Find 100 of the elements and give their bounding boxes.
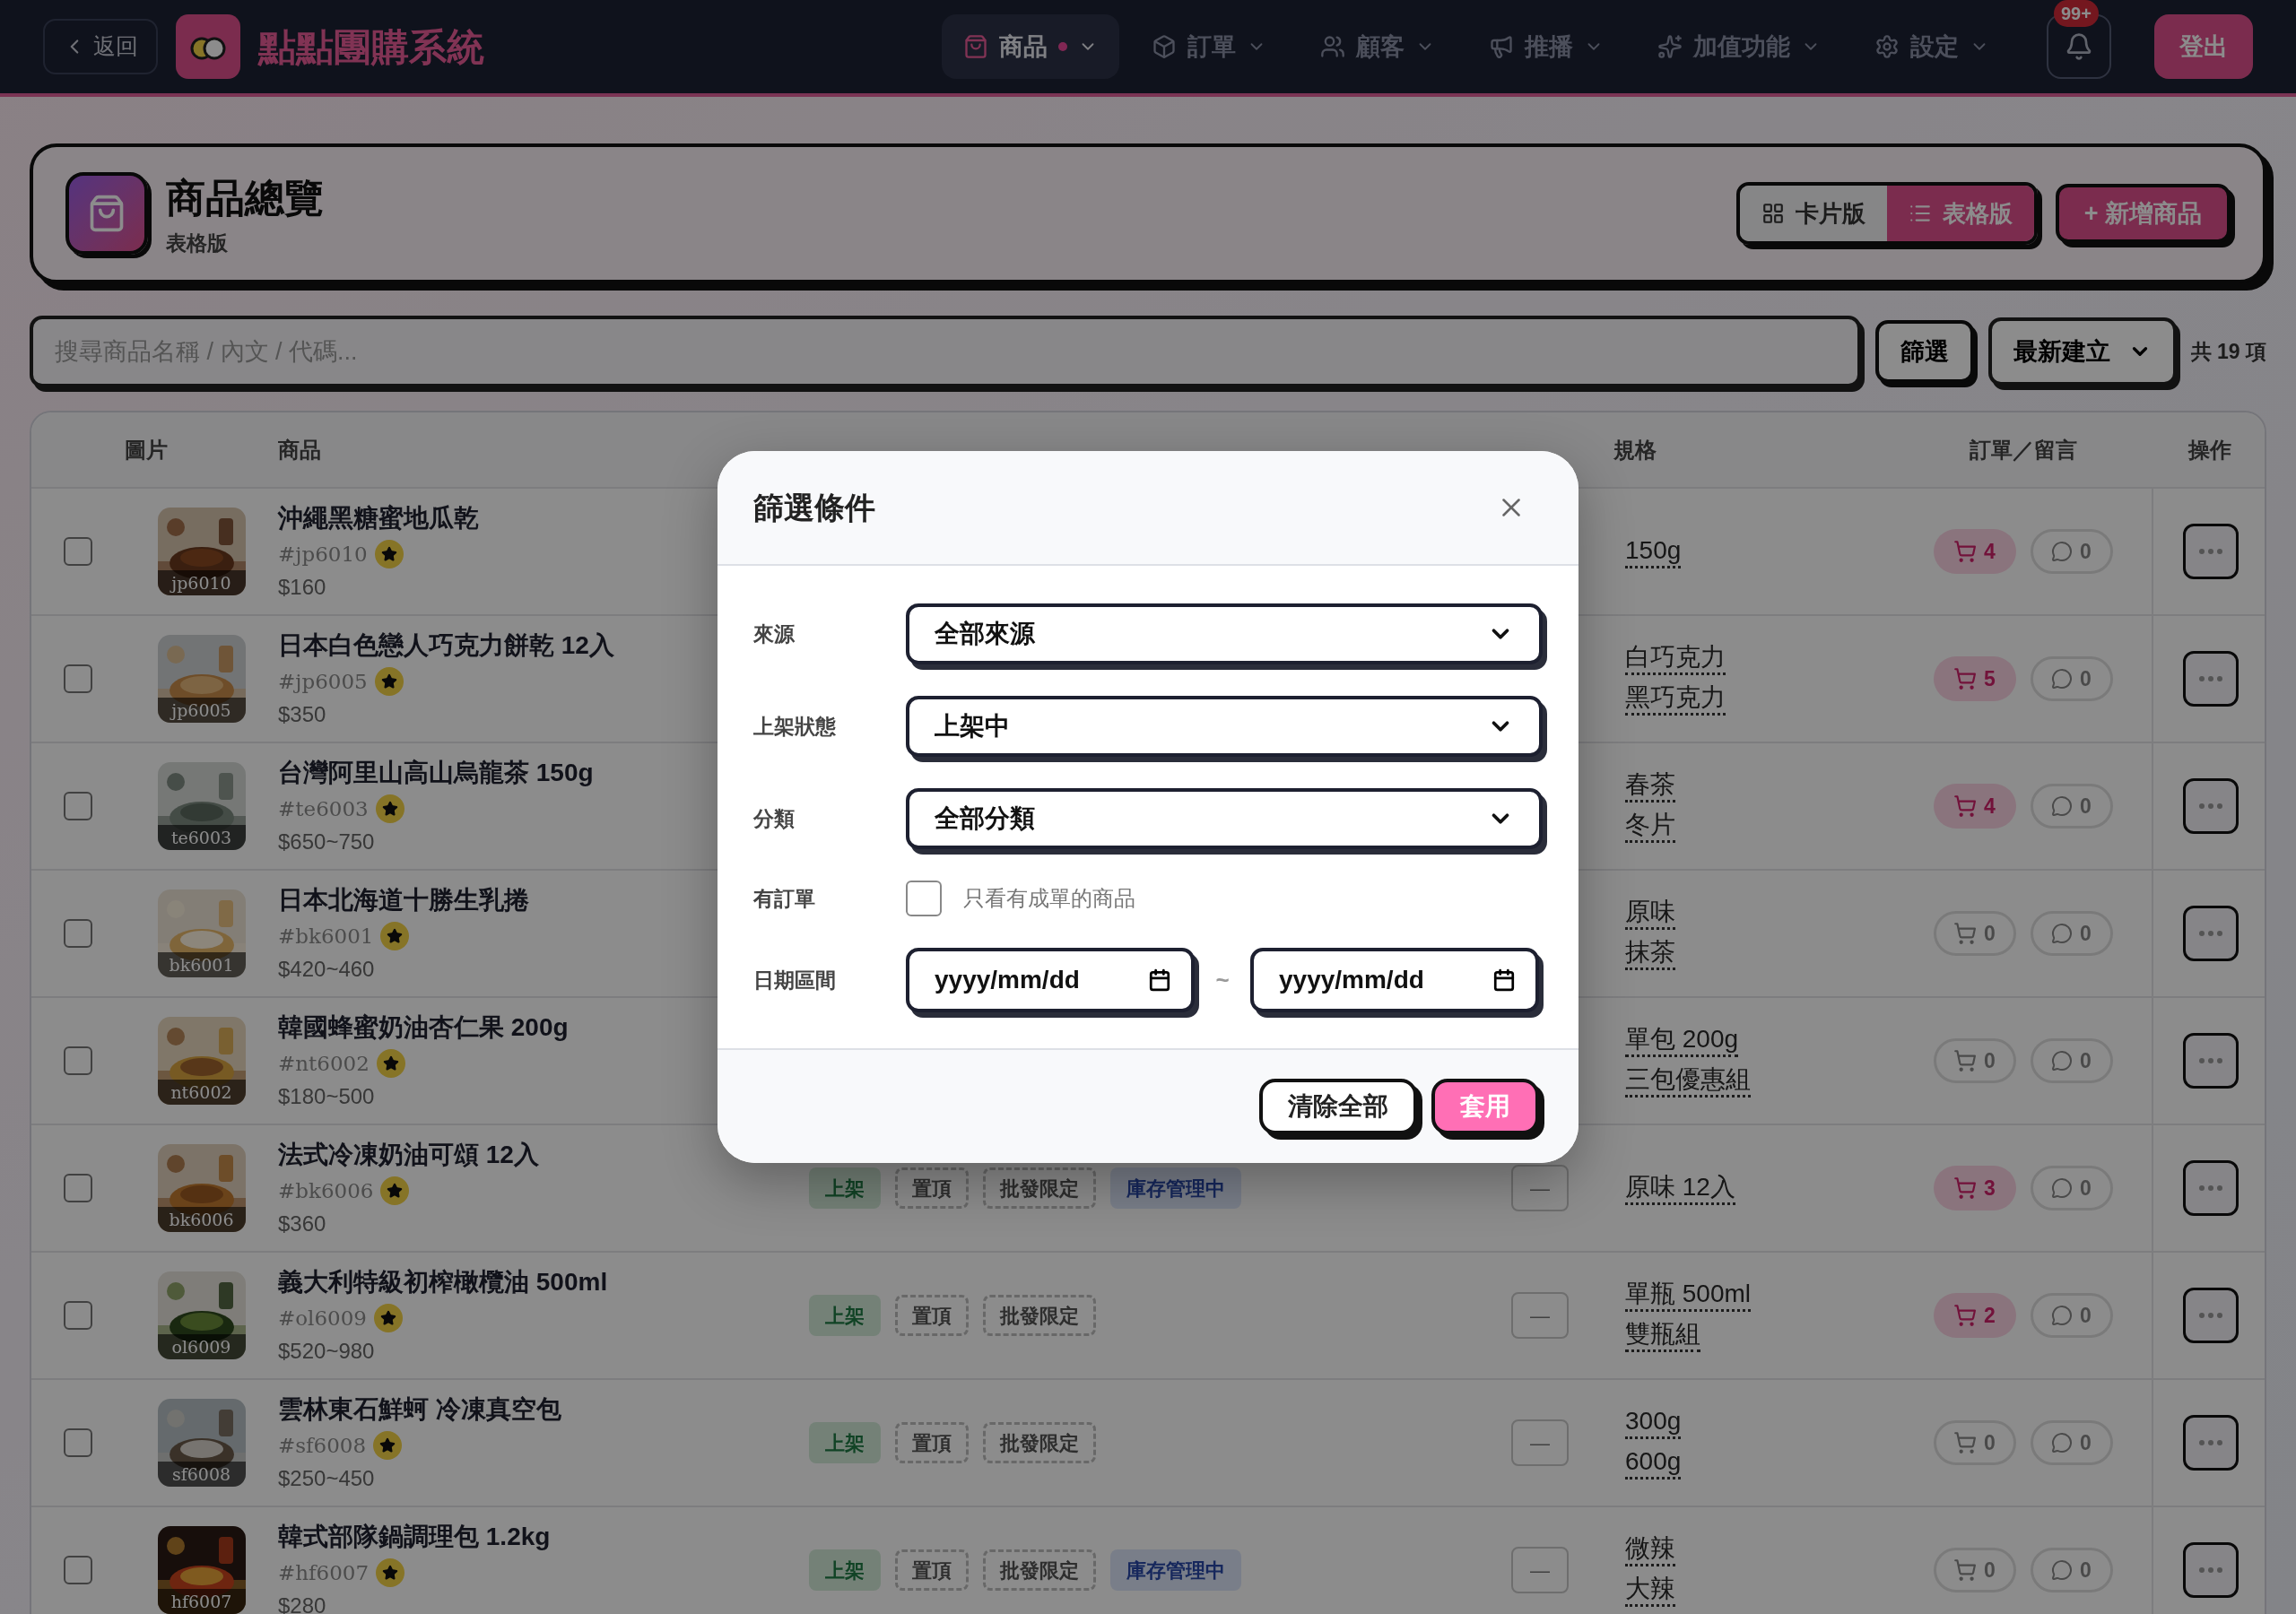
status-tag: 批發限定: [983, 1422, 1096, 1463]
row-checkbox[interactable]: [64, 537, 92, 566]
row-checkbox[interactable]: [64, 1174, 92, 1202]
nav-tab[interactable]: 設定: [1853, 14, 2011, 79]
range-separator: ~: [1214, 965, 1231, 995]
deadline-button[interactable]: —: [1511, 1419, 1569, 1466]
view-toggle[interactable]: 表格版: [1886, 186, 2034, 241]
comment-icon: [2051, 1432, 2074, 1453]
order-count: 3: [1933, 1166, 2016, 1210]
comment-count: 0: [2030, 529, 2113, 574]
status-tag: 上架: [809, 1549, 881, 1591]
page-title: 商品總覽: [166, 174, 324, 221]
more-button[interactable]: [2183, 1542, 2239, 1598]
product-price: $180~500: [278, 1083, 375, 1111]
bag-icon: [963, 34, 988, 59]
comment-icon: [2051, 1559, 2074, 1581]
cart-icon: [1953, 1304, 1978, 1327]
more-icon: [2199, 549, 2222, 554]
nav-tab[interactable]: 推播: [1467, 14, 1625, 79]
more-button[interactable]: [2183, 906, 2239, 961]
product-code: #bk6001: [278, 923, 374, 950]
bell-icon: [2065, 32, 2093, 61]
nav-tab[interactable]: 商品: [942, 14, 1119, 79]
more-icon: [2199, 803, 2222, 809]
product-price: $420~460: [278, 956, 375, 984]
status-tag: 置頂: [895, 1422, 969, 1463]
comment-icon: [2051, 1305, 2074, 1326]
row-checkbox[interactable]: [64, 1428, 92, 1457]
star-icon: [382, 1055, 399, 1072]
spec-text: 300g: [1625, 1406, 1682, 1439]
deadline-button[interactable]: —: [1511, 1292, 1569, 1339]
nav-tab[interactable]: 顧客: [1299, 14, 1457, 79]
status-tag: 置頂: [895, 1549, 969, 1591]
product-code: #te6003: [278, 795, 369, 822]
product-name: 義大利特級初榨橄欖油 500ml: [278, 1266, 608, 1297]
product-code: #jp6010: [278, 541, 368, 568]
view-toggle[interactable]: 卡片版: [1739, 186, 1887, 241]
product-code: #nt6002: [278, 1050, 370, 1077]
star-icon: [380, 546, 397, 562]
product-code: #ol6009: [278, 1305, 367, 1332]
more-icon: [2199, 1313, 2222, 1318]
deadline-button[interactable]: —: [1511, 1165, 1569, 1211]
logout-button[interactable]: 登出: [2154, 14, 2253, 79]
row-checkbox[interactable]: [64, 792, 92, 820]
star-icon: [380, 673, 397, 690]
product-price: $360: [278, 1210, 326, 1238]
order-count: 0: [1933, 1038, 2016, 1083]
product-name: 韓式部隊鍋調理包 1.2kg: [278, 1521, 551, 1552]
status-tag: 上架: [809, 1295, 881, 1336]
more-button[interactable]: [2183, 1160, 2239, 1216]
comment-count: 0: [2030, 784, 2113, 829]
cart-icon: [1953, 1431, 1978, 1454]
nav-tab[interactable]: 加值功能: [1636, 14, 1842, 79]
deadline-button[interactable]: —: [1511, 1547, 1569, 1593]
row-checkbox[interactable]: [64, 1046, 92, 1075]
filter-label: 有訂單: [753, 885, 816, 912]
dialog-title: 篩選條件: [753, 489, 875, 526]
cart-icon: [1953, 794, 1978, 818]
star-icon: [381, 801, 398, 817]
order-checkbox[interactable]: [906, 881, 942, 916]
more-icon: [2199, 1185, 2222, 1191]
column-header: 圖片: [125, 436, 169, 464]
product-price: $350: [278, 701, 326, 729]
more-button[interactable]: [2183, 524, 2239, 579]
row-checkbox[interactable]: [64, 1301, 92, 1330]
order-count: 0: [1933, 911, 2016, 956]
comment-count: 0: [2030, 1166, 2113, 1210]
comment-count: 0: [2030, 1548, 2113, 1592]
notification-badge: 99+: [2054, 0, 2099, 27]
more-button[interactable]: [2183, 1033, 2239, 1089]
more-button[interactable]: [2183, 651, 2239, 707]
brand-title: 點點團購系統: [258, 24, 484, 70]
cart-icon: [1953, 1176, 1978, 1200]
product-price: $520~980: [278, 1338, 375, 1366]
spec-text: 冬片: [1625, 810, 1675, 843]
comment-icon: [2051, 668, 2074, 690]
status-tag: 置頂: [895, 1167, 969, 1209]
spec-text: 原味 12入: [1625, 1171, 1735, 1205]
more-button[interactable]: [2183, 1415, 2239, 1471]
back-button[interactable]: 返回: [43, 19, 158, 74]
calendar-icon: [1148, 968, 1171, 992]
product-name: 雲林東石鮮蚵 冷凍真空包: [278, 1393, 561, 1425]
comment-count: 0: [2030, 656, 2113, 701]
date-field[interactable]: yyyy/mm/dd: [906, 948, 1195, 1012]
more-button[interactable]: [2183, 778, 2239, 834]
more-button[interactable]: [2183, 1288, 2239, 1343]
order-count: 0: [1933, 1548, 2016, 1592]
row-checkbox[interactable]: [64, 919, 92, 948]
row-checkbox[interactable]: [64, 1556, 92, 1584]
nav-tab[interactable]: 訂單: [1130, 14, 1288, 79]
product-name: 日本北海道十勝生乳捲: [278, 884, 529, 915]
comment-icon: [2051, 541, 2074, 562]
more-icon: [2199, 931, 2222, 936]
more-icon: [2199, 1567, 2222, 1573]
product-code: #bk6006: [278, 1177, 374, 1204]
calendar-icon: [1492, 968, 1516, 992]
date-field[interactable]: yyyy/mm/dd: [1250, 948, 1539, 1012]
row-checkbox[interactable]: [64, 664, 92, 693]
more-icon: [2199, 676, 2222, 681]
status-tag: 批發限定: [983, 1167, 1096, 1209]
